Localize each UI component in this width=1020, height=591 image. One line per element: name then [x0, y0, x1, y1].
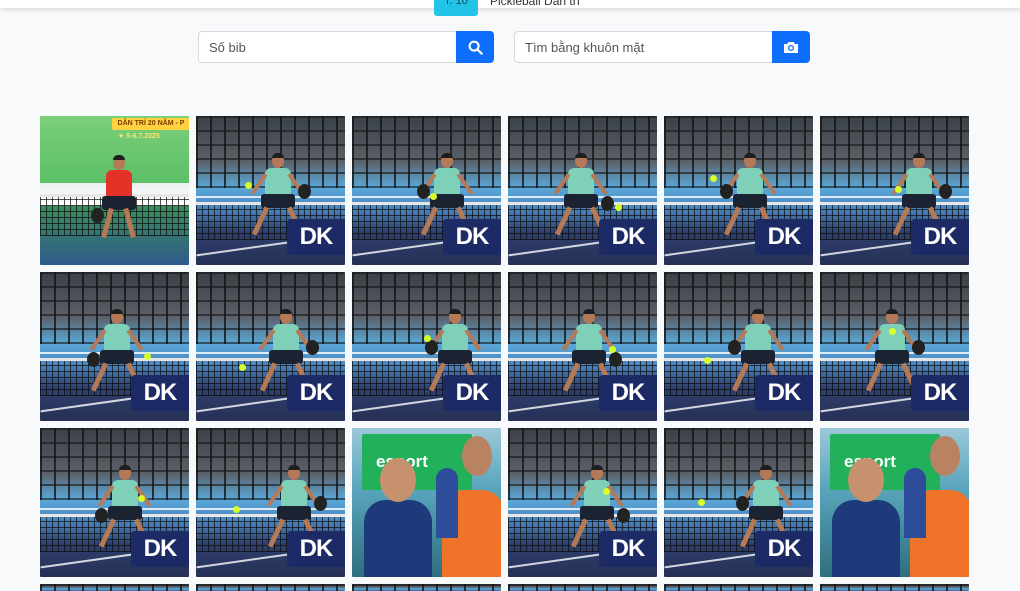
photo-gallery: DÂN TRÍ 20 NĂM - P ★ 5-6.7.2025 DK DK DK DK DK… [40, 116, 970, 591]
sponsor-logo: DK [599, 531, 657, 567]
ball [144, 353, 151, 360]
ball [889, 328, 896, 335]
gallery-photo[interactable] [196, 584, 345, 591]
ball [704, 357, 711, 364]
face-search-input[interactable] [514, 31, 772, 63]
ball [245, 182, 252, 189]
gallery-photo[interactable]: DK [820, 116, 969, 265]
tab-active[interactable]: T. 10 [434, 0, 478, 16]
gallery-photo[interactable]: DK [508, 428, 657, 577]
camera-icon [784, 42, 798, 53]
event-title[interactable]: Pickleball Dân trí [490, 0, 580, 8]
sponsor-logo: DK [287, 375, 345, 411]
gallery-photo[interactable]: DK [352, 116, 501, 265]
ball [609, 346, 616, 353]
sponsor-logo: DK [911, 219, 969, 255]
bib-search-input[interactable] [198, 31, 456, 63]
gallery-photo[interactable] [40, 584, 189, 591]
sponsor-logo: DK [287, 531, 345, 567]
gallery-photo[interactable] [820, 584, 969, 591]
gallery-photo[interactable]: esport [820, 428, 969, 577]
gallery-photo[interactable]: DK [40, 428, 189, 577]
ball [233, 506, 240, 513]
banner-headline: DÂN TRÍ 20 NĂM - P [112, 118, 189, 130]
sponsor-logo: DK [599, 375, 657, 411]
gallery-photo[interactable]: DK [196, 272, 345, 421]
banner-date: ★ 5-6.7.2025 [118, 133, 160, 140]
gallery-photo[interactable]: DK [40, 272, 189, 421]
ball [710, 175, 717, 182]
sponsor-logo: DK [287, 219, 345, 255]
gallery-photo[interactable] [352, 584, 501, 591]
gallery-photo[interactable]: DÂN TRÍ 20 NĂM - P ★ 5-6.7.2025 [40, 116, 189, 265]
sponsor-logo: DK [755, 375, 813, 411]
gallery-photo[interactable]: DK [508, 116, 657, 265]
ball [239, 364, 246, 371]
ball [424, 335, 431, 342]
sponsor-logo: DK [599, 219, 657, 255]
ball [895, 186, 902, 193]
gallery-photo[interactable] [508, 584, 657, 591]
sponsor-logo: DK [131, 531, 189, 567]
sponsor-logo: DK [755, 531, 813, 567]
sponsor-logo: DK [443, 219, 501, 255]
ball [138, 495, 145, 502]
face-search-group [514, 31, 810, 63]
sponsor-logo: DK [911, 375, 969, 411]
ball [603, 488, 610, 495]
gallery-photo[interactable]: DK [196, 428, 345, 577]
gallery-photo[interactable]: DK [820, 272, 969, 421]
gallery-photo[interactable]: esport [352, 428, 501, 577]
gallery-photo[interactable]: DK [664, 428, 813, 577]
gallery-photo[interactable]: DK [196, 116, 345, 265]
sponsor-logo: DK [131, 375, 189, 411]
gallery-photo[interactable] [664, 584, 813, 591]
ball [430, 193, 437, 200]
ball [698, 499, 705, 506]
sponsor-logo: DK [443, 375, 501, 411]
face-search-button[interactable] [772, 31, 810, 63]
gallery-photo[interactable]: DK [664, 116, 813, 265]
bib-search-button[interactable] [456, 31, 494, 63]
gallery-photo[interactable]: DK [664, 272, 813, 421]
gallery-photo[interactable]: DK [508, 272, 657, 421]
bib-search-group [198, 31, 494, 63]
ball [615, 204, 622, 211]
sponsor-logo: DK [755, 219, 813, 255]
gallery-photo[interactable]: DK [352, 272, 501, 421]
search-icon [468, 40, 483, 55]
